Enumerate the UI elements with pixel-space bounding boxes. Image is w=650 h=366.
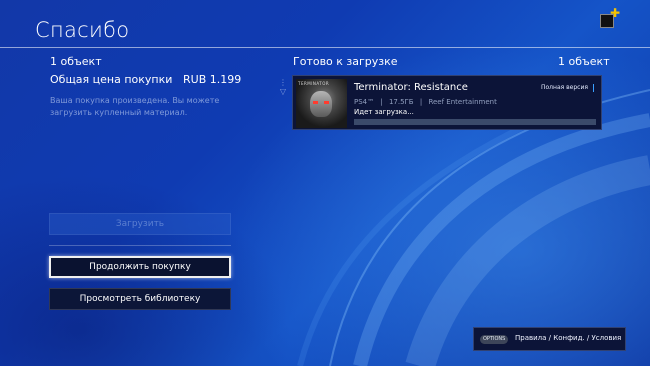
game-size: 17.5ГБ [388,98,414,106]
meta-separator: | [419,98,423,106]
options-hint[interactable]: OPTIONS Правила / Конфид. / Условия [473,327,626,351]
cover-eye-left [313,101,318,104]
options-label: Правила / Конфид. / Условия [515,334,622,342]
page-title: Спасибо [35,18,130,42]
full-version-badge: Полная версия [541,84,588,91]
game-platform: PS4™ [354,98,375,106]
cover-title-text: TERMINATOR [298,81,330,86]
full-version-marker [593,84,594,92]
download-item-card[interactable]: TERMINATOR Terminator: Resistance Полная… [292,75,602,130]
game-title: Terminator: Resistance [354,82,468,93]
view-library-button[interactable]: Просмотреть библиотеку [49,288,231,310]
purchase-item-count: 1 объект [50,55,102,68]
total-price-label: Общая цена покупки [50,73,173,86]
game-meta: PS4™ | 17.5ГБ | Reef Entertainment [354,98,501,106]
ready-to-download-header: Готово к загрузке [293,55,398,68]
header-divider [0,47,650,48]
game-publisher: Reef Entertainment [428,98,497,106]
download-button[interactable]: Загрузить [49,213,231,235]
ps-plus-icon: ✚ [610,6,621,20]
continue-shopping-button[interactable]: Продолжить покупку [49,256,231,278]
cover-eye-right [324,101,329,104]
buttons-divider [49,245,231,246]
meta-separator: | [380,98,383,106]
purchase-note: Ваша покупка произведена. Вы можете загр… [50,96,220,117]
download-item-count: 1 объект [558,55,610,68]
download-arrow-icon: ⋮ ▽ [279,78,287,96]
download-progress-bar [354,119,596,125]
cover-endoskeleton [310,91,332,117]
options-button-icon: OPTIONS [480,335,509,344]
game-cover-image: TERMINATOR [296,79,347,128]
total-price-value: RUB 1.199 [183,73,242,86]
download-status: Идет загрузка... [354,108,414,116]
